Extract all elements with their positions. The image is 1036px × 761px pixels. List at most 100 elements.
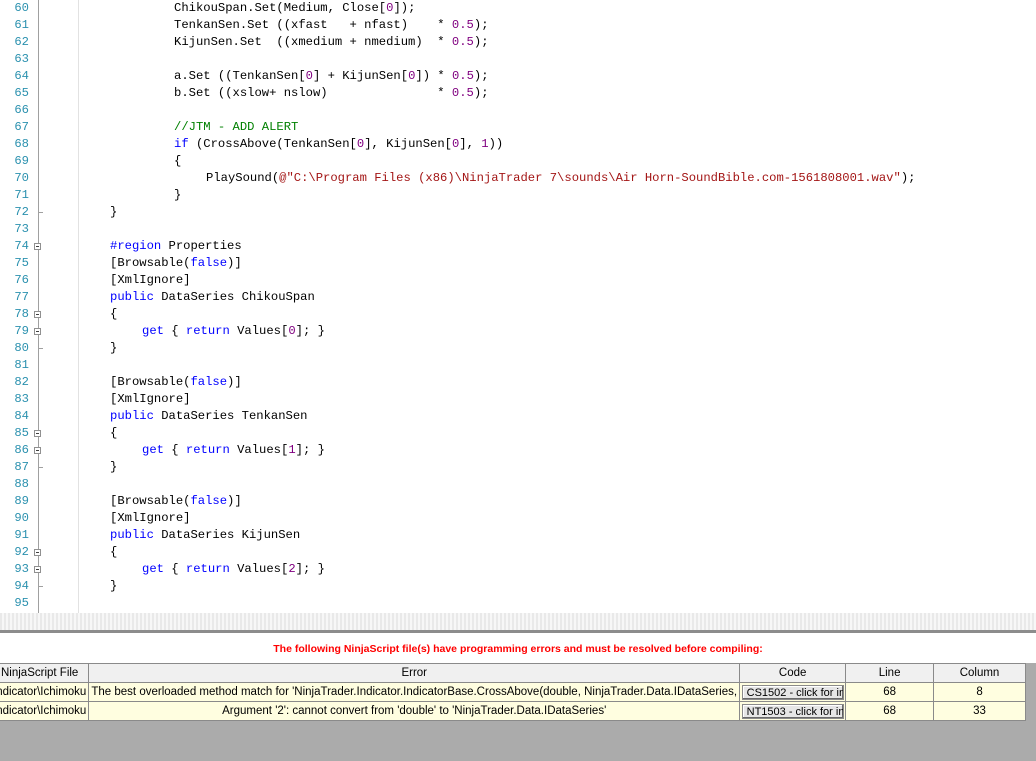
code-line[interactable]: TenkanSen.Set ((xfast + nfast) * 0.5); xyxy=(174,17,489,34)
code-line[interactable]: } xyxy=(110,340,117,357)
line-number: 79 xyxy=(14,324,29,338)
code-line[interactable]: } xyxy=(174,187,181,204)
code-line[interactable]: } xyxy=(110,578,117,595)
line-number: 70 xyxy=(14,171,29,185)
code-line[interactable]: get { return Values[0]; } xyxy=(142,323,325,340)
fold-toggle-icon[interactable] xyxy=(34,447,41,454)
line-number: 78 xyxy=(14,307,29,321)
code-line[interactable]: [Browsable(false)] xyxy=(110,255,242,272)
error-row[interactable]: Indicator\Ichimoku Argument '2': cannot … xyxy=(0,701,1026,721)
code-line[interactable]: { xyxy=(174,153,181,170)
column-header-line[interactable]: Line xyxy=(845,663,935,683)
line-number: 74 xyxy=(14,239,29,253)
line-number: 83 xyxy=(14,392,29,406)
line-number: 62 xyxy=(14,35,29,49)
line-number: 87 xyxy=(14,460,29,474)
line-number: 94 xyxy=(14,579,29,593)
code-line[interactable]: [XmlIgnore] xyxy=(110,510,190,527)
code-line[interactable]: //JTM - ADD ALERT xyxy=(174,119,298,136)
indicator-margin xyxy=(78,0,79,613)
fold-toggle-icon[interactable] xyxy=(34,549,41,556)
code-line[interactable]: { xyxy=(110,425,117,442)
line-number: 80 xyxy=(14,341,29,355)
fold-end-marker xyxy=(38,467,43,468)
code-line[interactable]: get { return Values[2]; } xyxy=(142,561,325,578)
code-line[interactable]: get { return Values[1]; } xyxy=(142,442,325,459)
error-file-cell: Indicator\Ichimoku xyxy=(0,701,90,721)
fold-end-marker xyxy=(38,348,43,349)
column-header-code[interactable]: Code xyxy=(739,663,847,683)
error-panel-title: The following NinjaScript file(s) have p… xyxy=(0,633,1036,663)
code-line[interactable]: [XmlIgnore] xyxy=(110,272,190,289)
line-number: 85 xyxy=(14,426,29,440)
line-number: 88 xyxy=(14,477,29,491)
line-number: 65 xyxy=(14,86,29,100)
error-row[interactable]: Indicator\Ichimoku The best overloaded m… xyxy=(0,682,1026,702)
code-line[interactable]: [Browsable(false)] xyxy=(110,374,242,391)
fold-end-marker xyxy=(38,212,43,213)
code-editor[interactable]: 60 61 62 63 64 65 66 67 68 69 70 71 72 73 74 75 76 77 78 79… xyxy=(0,0,1036,613)
fold-toggle-icon[interactable] xyxy=(34,328,41,335)
fold-end-marker xyxy=(38,586,43,587)
line-number: 86 xyxy=(14,443,29,457)
error-table-header: NinjaScript File Error Code Line Column xyxy=(0,663,1026,683)
line-number: 67 xyxy=(14,120,29,134)
error-column-cell: 8 xyxy=(933,682,1026,702)
line-number: 84 xyxy=(14,409,29,423)
error-code-cell: CS1502 - click for info xyxy=(739,682,847,702)
line-number: 89 xyxy=(14,494,29,508)
line-number: 91 xyxy=(14,528,29,542)
line-number: 95 xyxy=(14,596,29,610)
code-line[interactable]: b.Set ((xslow+ nslow) * 0.5); xyxy=(174,85,489,102)
line-number: 64 xyxy=(14,69,29,83)
line-number: 66 xyxy=(14,103,29,117)
line-number: 68 xyxy=(14,137,29,151)
error-message-cell: The best overloaded method match for 'Ni… xyxy=(88,682,741,702)
code-line[interactable]: } xyxy=(110,459,117,476)
error-column-cell: 33 xyxy=(933,701,1026,721)
line-number: 69 xyxy=(14,154,29,168)
fold-toggle-icon[interactable] xyxy=(34,243,41,250)
column-header-error[interactable]: Error xyxy=(88,663,741,683)
error-panel: The following NinjaScript file(s) have p… xyxy=(0,633,1036,761)
code-line[interactable]: KijunSen.Set ((xmedium + nmedium) * 0.5)… xyxy=(174,34,489,51)
code-line[interactable]: } xyxy=(110,204,117,221)
line-number: 90 xyxy=(14,511,29,525)
line-number: 73 xyxy=(14,222,29,236)
code-line[interactable]: { xyxy=(110,544,117,561)
code-line[interactable]: [XmlIgnore] xyxy=(110,391,190,408)
code-line[interactable]: public DataSeries TenkanSen xyxy=(110,408,307,425)
column-header-column[interactable]: Column xyxy=(933,663,1026,683)
fold-toggle-icon[interactable] xyxy=(34,566,41,573)
code-line[interactable]: #region Properties xyxy=(110,238,242,255)
code-line[interactable]: public DataSeries ChikouSpan xyxy=(110,289,315,306)
error-code-button[interactable]: NT1503 - click for info xyxy=(741,703,844,719)
code-line[interactable]: PlaySound(@"C:\Program Files (x86)\Ninja… xyxy=(206,170,915,187)
code-line[interactable]: [Browsable(false)] xyxy=(110,493,242,510)
error-table: NinjaScript File Error Code Line Column … xyxy=(0,663,1026,721)
code-line[interactable]: a.Set ((TenkanSen[0] + KijunSen[0]) * 0.… xyxy=(174,68,489,85)
line-number: 82 xyxy=(14,375,29,389)
error-line-cell: 68 xyxy=(845,701,935,721)
error-file-cell: Indicator\Ichimoku xyxy=(0,682,90,702)
code-line[interactable]: { xyxy=(110,306,117,323)
line-number: 77 xyxy=(14,290,29,304)
line-number: 72 xyxy=(14,205,29,219)
line-number: 60 xyxy=(14,1,29,15)
fold-toggle-icon[interactable] xyxy=(34,430,41,437)
line-number: 63 xyxy=(14,52,29,66)
column-header-file[interactable]: NinjaScript File xyxy=(0,663,90,683)
fold-toggle-icon[interactable] xyxy=(34,311,41,318)
line-number: 81 xyxy=(14,358,29,372)
fold-margin xyxy=(38,0,39,613)
code-line[interactable]: ChikouSpan.Set(Medium, Close[0]); xyxy=(174,0,415,17)
line-number: 75 xyxy=(14,256,29,270)
line-number: 93 xyxy=(14,562,29,576)
line-number: 76 xyxy=(14,273,29,287)
code-line[interactable]: if (CrossAbove(TenkanSen[0], KijunSen[0]… xyxy=(174,136,503,153)
error-code-cell: NT1503 - click for info xyxy=(739,701,847,721)
line-number: 92 xyxy=(14,545,29,559)
line-number: 71 xyxy=(14,188,29,202)
code-line[interactable]: public DataSeries KijunSen xyxy=(110,527,300,544)
error-code-button[interactable]: CS1502 - click for info xyxy=(741,684,844,700)
